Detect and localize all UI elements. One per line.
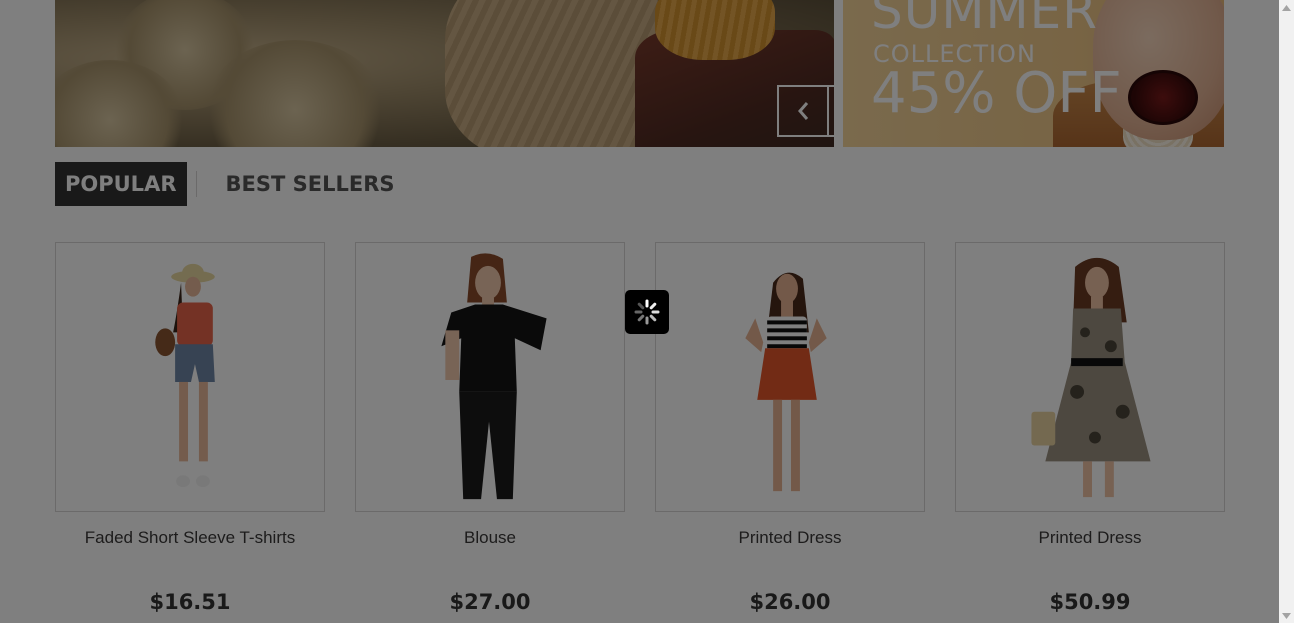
loading-spinner [625,290,669,334]
caret-down-icon [1282,612,1291,619]
scroll-down-button[interactable] [1279,608,1294,623]
vertical-scrollbar[interactable] [1279,0,1294,623]
caret-up-icon [1282,4,1291,11]
scroll-up-button[interactable] [1279,0,1294,15]
loading-spinner-icon [634,299,660,325]
